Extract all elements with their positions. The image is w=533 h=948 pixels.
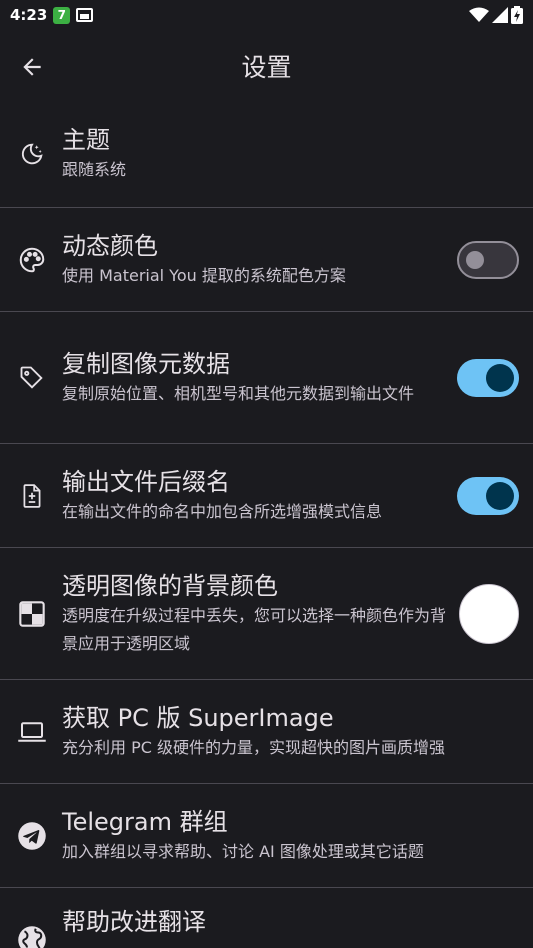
setting-copy-metadata[interactable]: 复制图像元数据 复制原始位置、相机型号和其他元数据到输出文件 <box>0 312 533 444</box>
setting-transparent-bg-color[interactable]: 透明图像的背景颜色 透明度在升级过程中丢失，您可以选择一种颜色作为背景应用于透明… <box>0 548 533 680</box>
toggle-knob <box>486 481 514 510</box>
setting-output-suffix[interactable]: 输出文件后缀名 在输出文件的命名中加包含所选增强模式信息 <box>0 444 533 548</box>
copy-metadata-toggle[interactable] <box>457 358 519 397</box>
setting-subtitle: 在输出文件的命名中加包含所选增强模式信息 <box>62 501 383 521</box>
toggle-knob <box>466 250 484 269</box>
setting-telegram-group[interactable]: Telegram 群组 加入群组以寻求帮助、讨论 AI 图像处理或其它话题 <box>0 784 533 888</box>
setting-title: 主题 <box>62 125 110 154</box>
signal-icon <box>492 7 508 23</box>
output-suffix-toggle[interactable] <box>457 476 519 515</box>
setting-subtitle: 充分利用 PC 级硬件的力量，实现超快的图片画质增强 <box>62 737 445 757</box>
setting-title: 透明图像的背景颜色 <box>62 571 278 600</box>
setting-subtitle: 使用 Material You 提取的系统配色方案 <box>62 265 346 285</box>
battery-icon <box>511 6 523 24</box>
setting-subtitle: 透明度在升级过程中丢失，您可以选择一种颜色作为背景应用于透明区域 <box>62 605 447 653</box>
setting-title: 复制图像元数据 <box>62 349 230 378</box>
setting-theme[interactable]: 主题 跟随系统 <box>0 100 533 208</box>
setting-title: 获取 PC 版 SuperImage <box>62 703 334 732</box>
background-color-swatch[interactable] <box>459 583 519 644</box>
settings-list: 主题 跟随系统 动态颜色 使用 Material You 提取的系统配色方案 复… <box>0 100 533 948</box>
setting-title: Telegram 群组 <box>62 807 228 836</box>
laptop-icon <box>16 716 48 748</box>
setting-subtitle: 复制原始位置、相机型号和其他元数据到输出文件 <box>62 383 415 403</box>
telegram-icon <box>16 820 48 852</box>
setting-title: 输出文件后缀名 <box>62 467 230 496</box>
setting-get-pc-version[interactable]: 获取 PC 版 SuperImage 充分利用 PC 级硬件的力量，实现超快的图… <box>0 680 533 784</box>
file-diff-icon <box>16 480 48 512</box>
setting-dynamic-color[interactable]: 动态颜色 使用 Material You 提取的系统配色方案 <box>0 208 533 312</box>
setting-title: 动态颜色 <box>62 231 158 260</box>
app-bar: 设置 <box>0 30 533 100</box>
image-notification-icon <box>76 8 94 22</box>
setting-help-translate[interactable]: 帮助改进翻译 <box>0 888 533 948</box>
status-time: 4:23 <box>10 6 48 24</box>
globe-icon <box>16 924 48 948</box>
toggle-knob <box>486 363 514 392</box>
dynamic-color-toggle[interactable] <box>457 240 519 279</box>
notification-badge-icon: 7 <box>53 6 71 24</box>
setting-title: 帮助改进翻译 <box>62 908 206 936</box>
palette-icon <box>16 244 48 276</box>
transparency-icon <box>16 598 48 630</box>
setting-subtitle: 跟随系统 <box>62 159 127 179</box>
status-bar: 4:23 7 <box>0 0 533 30</box>
setting-subtitle: 加入群组以寻求帮助、讨论 AI 图像处理或其它话题 <box>62 841 424 861</box>
wifi-icon <box>469 7 489 22</box>
moon-stars-icon <box>16 138 48 170</box>
page-title: 设置 <box>241 53 292 82</box>
status-icons <box>469 6 523 24</box>
tag-icon <box>16 362 48 394</box>
